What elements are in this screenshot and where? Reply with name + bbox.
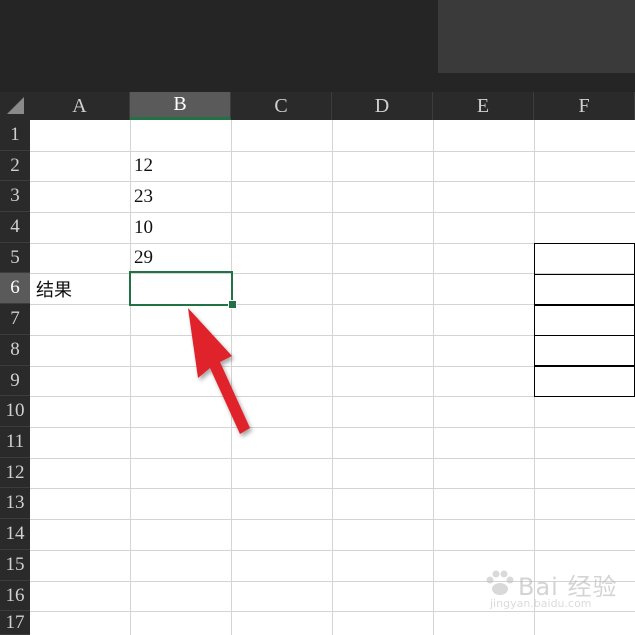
column-header-e[interactable]: E — [433, 92, 534, 120]
column-header-b[interactable]: B — [130, 92, 231, 120]
baidu-watermark: Bai 经验 jingyan.baidu.com — [478, 565, 628, 615]
grid-line — [30, 458, 635, 459]
grid-line — [30, 519, 635, 520]
row-header-2[interactable]: 2 — [0, 151, 30, 181]
cell-b2[interactable]: 12 — [130, 151, 231, 181]
row-header-6[interactable]: 6 — [0, 273, 30, 304]
row-header-7[interactable]: 7 — [0, 304, 30, 335]
paw-logo-icon — [486, 570, 514, 595]
bordered-cell-f9[interactable] — [534, 365, 635, 397]
watermark-url: jingyan.baidu.com — [490, 597, 592, 610]
row-header-5[interactable]: 5 — [0, 243, 30, 273]
grid-line — [30, 550, 635, 551]
grid-line — [433, 120, 434, 635]
row-header-13[interactable]: 13 — [0, 488, 30, 519]
select-all-triangle-icon[interactable] — [7, 97, 24, 114]
row-header-17[interactable]: 17 — [0, 611, 30, 635]
row-header-3[interactable]: 3 — [0, 181, 30, 212]
red-arrow-pointer-icon — [188, 308, 250, 434]
column-header-d[interactable]: D — [332, 92, 433, 120]
grid-line — [30, 151, 635, 152]
cell-b3[interactable]: 23 — [130, 181, 231, 212]
row-header-8[interactable]: 8 — [0, 335, 30, 366]
column-header-a[interactable]: A — [30, 92, 130, 120]
cell-b5[interactable]: 29 — [130, 243, 231, 273]
ribbon-panel — [438, 0, 635, 73]
grid-line — [30, 427, 635, 428]
row-header-10[interactable]: 10 — [0, 396, 30, 427]
cell-a6[interactable]: 结果 — [30, 273, 130, 304]
cell-b4[interactable]: 10 — [130, 212, 231, 243]
row-header-1[interactable]: 1 — [0, 120, 30, 151]
bordered-cell-f8[interactable] — [534, 334, 635, 367]
bordered-cell-range[interactable] — [534, 243, 635, 397]
row-header-15[interactable]: 15 — [0, 550, 30, 581]
row-header-4[interactable]: 4 — [0, 212, 30, 243]
grid-line — [332, 120, 333, 635]
column-header-f[interactable]: F — [534, 92, 635, 120]
bordered-cell-f6[interactable] — [534, 273, 635, 306]
column-header-c[interactable]: C — [231, 92, 332, 120]
row-header-9[interactable]: 9 — [0, 366, 30, 396]
bordered-cell-f5[interactable] — [534, 243, 635, 275]
row-header-12[interactable]: 12 — [0, 458, 30, 488]
row-header-14[interactable]: 14 — [0, 519, 30, 550]
grid-line — [30, 181, 635, 182]
grid-line — [30, 212, 635, 213]
bordered-cell-f7[interactable] — [534, 304, 635, 336]
row-header-11[interactable]: 11 — [0, 427, 30, 458]
grid-line — [30, 488, 635, 489]
row-header-16[interactable]: 16 — [0, 581, 30, 611]
